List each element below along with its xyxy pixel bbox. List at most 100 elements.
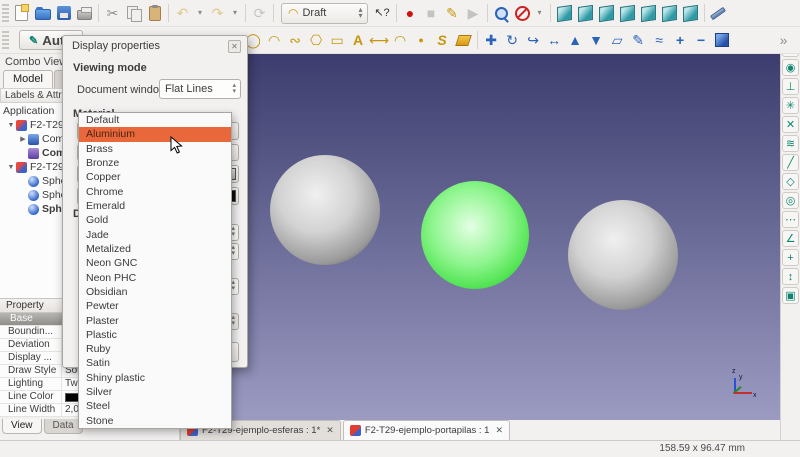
sphere-right[interactable] <box>568 200 678 310</box>
tab-data[interactable]: Data <box>44 419 83 434</box>
3d-viewport[interactable]: z y x <box>180 54 780 420</box>
snap-working-plane-icon[interactable]: ▣ <box>782 287 799 304</box>
document-tab-portapilas[interactable]: F2-T29-ejemplo-portapilas : 1 ✕ <box>343 420 510 440</box>
draft-rotate-icon[interactable]: ↻ <box>502 30 523 51</box>
material-option-aluminium[interactable]: Aluminium <box>79 127 231 141</box>
draft-text-icon[interactable]: A <box>348 30 369 51</box>
snap-perpendicular-icon[interactable]: ⊥ <box>782 78 799 95</box>
material-option-jade[interactable]: Jade <box>79 228 231 242</box>
tab-view[interactable]: View <box>2 419 42 434</box>
view-bottom-icon[interactable] <box>659 3 680 24</box>
expander-icon[interactable]: ▼ <box>6 122 16 129</box>
draft-wire-to-bspline-icon[interactable]: ≈ <box>649 30 670 51</box>
macro-stop-icon[interactable]: ■ <box>421 3 442 24</box>
copy-icon[interactable] <box>123 3 144 24</box>
snap-special-icon[interactable]: + <box>782 249 799 266</box>
redo-dropdown-icon[interactable]: ▾ <box>228 3 242 24</box>
snap-parallel-icon[interactable]: ≋ <box>782 135 799 152</box>
material-option-emerald[interactable]: Emerald <box>79 199 231 213</box>
cut-icon[interactable]: ✂ <box>102 3 123 24</box>
snap-endpoint-icon[interactable]: ◉ <box>782 59 799 76</box>
snap-midpoint-icon[interactable]: ◇ <box>782 173 799 190</box>
snap-extension-icon[interactable]: ╱ <box>782 154 799 171</box>
draft-move-icon[interactable]: ✚ <box>481 30 502 51</box>
undo-icon[interactable]: ↶ <box>172 3 193 24</box>
tab-model[interactable]: Model <box>3 70 53 88</box>
tab-close-icon[interactable]: ✕ <box>326 425 334 436</box>
redo-icon[interactable]: ↷ <box>207 3 228 24</box>
draft-bezier-icon[interactable]: ∾ <box>285 30 306 51</box>
dialog-close-icon[interactable]: ✕ <box>228 40 241 53</box>
view-top-icon[interactable] <box>596 3 617 24</box>
open-file-icon[interactable] <box>32 3 53 24</box>
material-option-default[interactable]: Default <box>79 113 231 127</box>
tab-close-icon[interactable]: ✕ <box>495 425 503 436</box>
material-option-ruby[interactable]: Ruby <box>79 342 231 356</box>
snap-grid-icon[interactable]: ✳ <box>782 97 799 114</box>
draft-delete-point-icon[interactable]: − <box>691 30 712 51</box>
material-option-copper[interactable]: Copper <box>79 170 231 184</box>
document-window-combo[interactable]: Flat Lines ▴▾ <box>159 79 241 99</box>
workbench-selector[interactable]: ◠ Draft ▴▾ <box>281 3 368 24</box>
material-option-brass[interactable]: Brass <box>79 142 231 156</box>
material-option-neon-phc[interactable]: Neon PHC <box>79 270 231 284</box>
draft-upgrade-icon[interactable]: ▲ <box>565 30 586 51</box>
draft-dimension-icon[interactable]: ⟷ <box>369 30 390 51</box>
view-rear-icon[interactable] <box>638 3 659 24</box>
dialog-titlebar[interactable]: Display properties ✕ <box>63 36 247 56</box>
zoom-selection-icon[interactable] <box>491 3 512 24</box>
sphere-middle[interactable] <box>421 181 529 289</box>
draft-polygon-icon[interactable]: ⎔ <box>306 30 327 51</box>
material-option-gold[interactable]: Gold <box>79 213 231 227</box>
toolbar-handle[interactable] <box>2 31 9 49</box>
sphere-left[interactable] <box>270 155 380 265</box>
draft-subelement-icon[interactable]: ✎ <box>628 30 649 51</box>
material-option-obsidian[interactable]: Obsidian <box>79 285 231 299</box>
material-option-plaster[interactable]: Plaster <box>79 313 231 327</box>
measure-distance-icon[interactable] <box>708 3 729 24</box>
save-icon[interactable] <box>53 3 74 24</box>
draft-stretch-icon[interactable]: ↔ <box>544 30 565 51</box>
expander-icon[interactable]: ▶ <box>18 135 28 143</box>
draft-point-icon[interactable]: ● <box>411 30 432 51</box>
paste-icon[interactable] <box>144 3 165 24</box>
print-icon[interactable] <box>74 3 95 24</box>
snap-ortho-icon[interactable]: ↕ <box>782 268 799 285</box>
draft-shape2dview-icon[interactable] <box>712 30 733 51</box>
material-option-satin[interactable]: Satin <box>79 356 231 370</box>
macro-edit-icon[interactable]: ✎ <box>442 3 463 24</box>
view-axonometric-icon[interactable] <box>554 3 575 24</box>
material-option-metalized[interactable]: Metalized <box>79 242 231 256</box>
draft-rectangle-icon[interactable]: ▭ <box>327 30 348 51</box>
snap-intersection-icon[interactable]: ✕ <box>782 116 799 133</box>
snap-center-icon[interactable]: ◎ <box>782 192 799 209</box>
material-option-bronze[interactable]: Bronze <box>79 156 231 170</box>
toolbar-overflow-icon[interactable]: » <box>773 30 794 51</box>
whats-this-icon[interactable]: ↖? <box>372 3 393 24</box>
material-option-neon-gnc[interactable]: Neon GNC <box>79 256 231 270</box>
material-option-pewter[interactable]: Pewter <box>79 299 231 313</box>
draft-downgrade-icon[interactable]: ▼ <box>586 30 607 51</box>
material-option-plastic[interactable]: Plastic <box>79 328 231 342</box>
material-option-shiny-plastic[interactable]: Shiny plastic <box>79 371 231 385</box>
macro-record-icon[interactable]: ● <box>400 3 421 24</box>
draft-scale-icon[interactable]: ▱ <box>607 30 628 51</box>
draft-bspline-icon[interactable]: S <box>432 30 453 51</box>
view-right-icon[interactable] <box>617 3 638 24</box>
view-left-icon[interactable] <box>680 3 701 24</box>
view-front-icon[interactable] <box>575 3 596 24</box>
material-option-chrome[interactable]: Chrome <box>79 185 231 199</box>
material-option-steel[interactable]: Steel <box>79 399 231 413</box>
draft-offset-icon[interactable]: ↪ <box>523 30 544 51</box>
draft-arc-icon[interactable]: ◠ <box>264 30 285 51</box>
new-document-icon[interactable] <box>11 3 32 24</box>
material-option-silver[interactable]: Silver <box>79 385 231 399</box>
refresh-icon[interactable]: ⟳ <box>249 3 270 24</box>
expander-icon[interactable]: ▼ <box>6 164 16 171</box>
snap-angle-icon[interactable]: ∠ <box>782 230 799 247</box>
toolbar-handle[interactable] <box>2 4 9 22</box>
snap-dimensions-icon[interactable]: ⋯ <box>782 211 799 228</box>
macro-play-icon[interactable]: ▶ <box>463 3 484 24</box>
no-navigation-icon[interactable] <box>512 3 533 24</box>
undo-dropdown-icon[interactable]: ▾ <box>193 3 207 24</box>
